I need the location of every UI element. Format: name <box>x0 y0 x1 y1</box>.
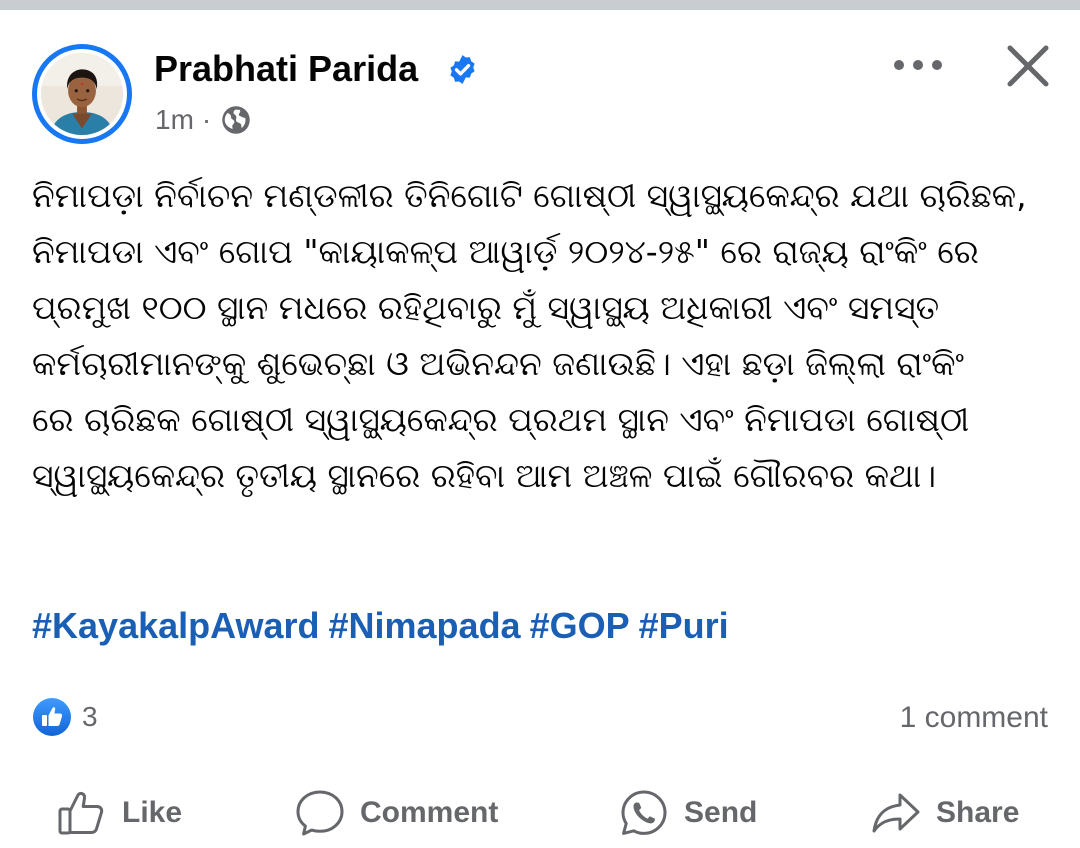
share-arrow-icon <box>872 793 920 833</box>
like-reaction-icon <box>33 698 71 736</box>
thumbs-up-icon <box>58 791 104 835</box>
like-label: Like <box>122 796 183 829</box>
post-body-text: ନିମାପଡ଼ା ନିର୍ବାଚନ ମଣ୍ଡଳୀର ତିନିଗୋଟି ଗୋଷ୍ଠ… <box>32 168 1052 504</box>
post-text-line: ପ୍ରମୁଖ ୧୦୦ ସ୍ଥାନ ମଧରେ ରହିଥିବାରୁ ମୁଁ ସ୍ୱା… <box>32 288 940 327</box>
author-name[interactable]: Prabhati Parida <box>154 48 418 90</box>
top-divider <box>0 0 1080 10</box>
hashtag-link[interactable]: #Puri <box>639 605 729 646</box>
whatsapp-icon <box>621 790 667 835</box>
hashtag-link[interactable]: #Nimapada <box>329 605 521 646</box>
like-button[interactable]: Like <box>56 778 182 848</box>
avatar[interactable] <box>32 44 132 144</box>
comment-label: Comment <box>360 796 499 829</box>
send-button[interactable]: Send <box>618 778 757 848</box>
more-options-icon[interactable] <box>888 54 948 76</box>
comment-bubble-icon <box>296 790 344 836</box>
post-meta: 1m · <box>155 102 251 138</box>
post-text-line: ନିମାପଡା ଏବଂ ଗୋପ "କାୟାକଳ୍ପ ଆୱାର୍ଡ଼ ୨୦୨୪-୨… <box>32 232 979 271</box>
post-text-line: କର୍ମଚାରୀମାନଙ୍କୁ ଶୁଭେଚ୍ଛା ଓ ଅଭିନନ୍ଦନ ଜଣାଉ… <box>32 344 965 383</box>
send-label: Send <box>684 796 758 829</box>
person-photo-icon <box>41 53 123 135</box>
hashtag-link[interactable]: #GOP <box>530 605 630 646</box>
reaction-summary[interactable]: 3 <box>32 698 98 736</box>
hashtag-link[interactable]: #KayakalpAward <box>32 605 320 646</box>
share-label: Share <box>936 796 1020 829</box>
post-action-bar: Like Comment Send Share <box>0 778 1080 848</box>
post-text-line: ରେ ଚାରିଛକ ଗୋଷ୍ଠୀ ସ୍ୱାସ୍ଥ୍ୟକେନ୍ଦ୍ର ପ୍ରଥମ … <box>32 400 970 439</box>
comment-count-link[interactable]: 1 comment <box>900 700 1048 736</box>
post-text-line: ସ୍ୱାସ୍ଥ୍ୟକେନ୍ଦ୍ର ତୃତୀୟ ସ୍ଥାନରେ ରହିବା ଆମ … <box>32 456 937 495</box>
globe-icon <box>222 106 250 134</box>
meta-separator: · <box>201 104 212 135</box>
share-button[interactable]: Share <box>870 778 1019 848</box>
hashtag-list: #KayakalpAward #Nimapada #GOP #Puri <box>32 604 738 648</box>
facebook-post: Prabhati Parida 1m · ନିମାପଡ଼ା ନିର୍ବାଚନ ମ… <box>0 10 1080 843</box>
post-timestamp[interactable]: 1m <box>155 104 194 136</box>
close-icon[interactable] <box>1004 42 1052 90</box>
verified-badge-icon <box>450 55 475 84</box>
avatar-photo <box>41 53 123 135</box>
post-text-line: ନିମାପଡ଼ା ନିର୍ବାଚନ ମଣ୍ଡଳୀର ତିନିଗୋଟି ଗୋଷ୍ଠ… <box>32 176 1027 215</box>
comment-button[interactable]: Comment <box>294 778 498 848</box>
reaction-count: 3 <box>82 701 98 732</box>
